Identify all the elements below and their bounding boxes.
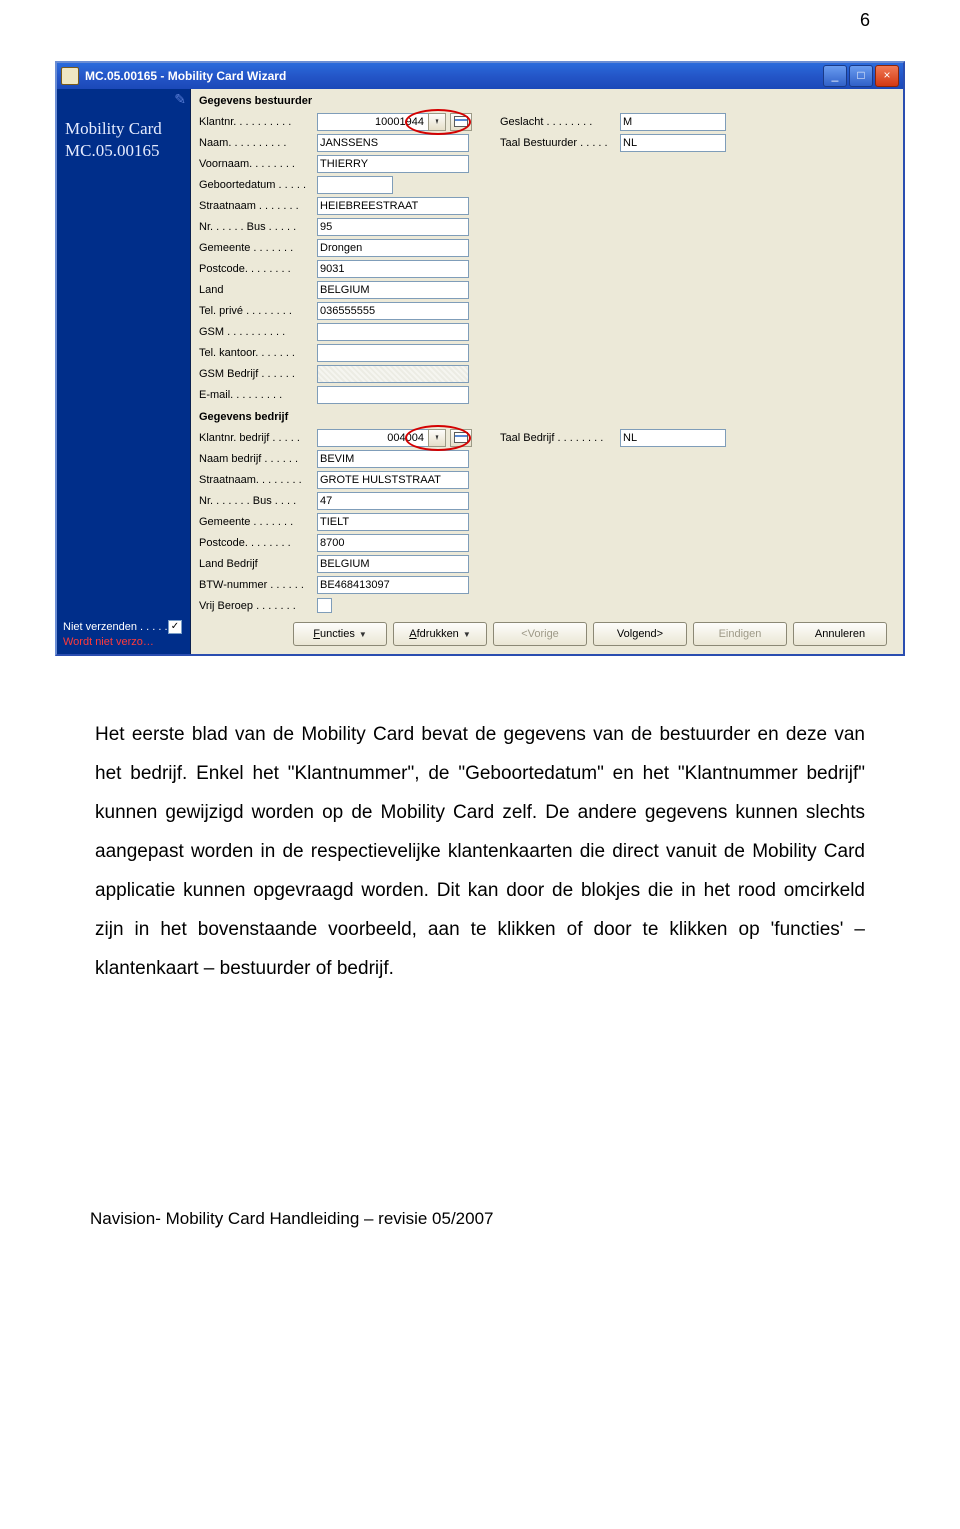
niet-verzenden-checkbox[interactable]: ✓ (168, 620, 182, 634)
gemeente-bedrijf-input[interactable]: TIELT (317, 513, 469, 531)
btw-input[interactable]: BE468413097 (317, 576, 469, 594)
geboortedatum-input[interactable] (317, 176, 393, 194)
volgend-button[interactable]: Volgend> (593, 622, 687, 646)
sidebar-title: Mobility Card (57, 89, 190, 139)
land-bedrijf-input[interactable]: BELGIUM (317, 555, 469, 573)
functies-button[interactable]: Functies ▼ (293, 622, 387, 646)
nrbus-bedrijf-input[interactable]: 47 (317, 492, 469, 510)
vrij-beroep-checkbox[interactable] (317, 598, 332, 613)
nrbus-bedrijf-label: Nr. . . . . . . Bus . . . . (199, 495, 317, 507)
geslacht-label: Geslacht . . . . . . . . (500, 116, 620, 128)
klantnr-lookup[interactable] (428, 113, 446, 131)
naam-label: Naam. . . . . . . . . . (199, 137, 317, 149)
voornaam-input[interactable]: THIERRY (317, 155, 469, 173)
gemeente-bedrijf-label: Gemeente . . . . . . . (199, 516, 317, 528)
eindigen-button: Eindigen (693, 622, 787, 646)
taal-bestuurder-input[interactable]: NL (620, 134, 726, 152)
land-bedrijf-label: Land Bedrijf (199, 558, 317, 570)
voornaam-label: Voornaam. . . . . . . . (199, 158, 317, 170)
naam-input[interactable]: JANSSENS (317, 134, 469, 152)
dropdown-icon: ▼ (359, 630, 367, 639)
gemeente-input[interactable]: Drongen (317, 239, 469, 257)
taal-bedrijf-label: Taal Bedrijf . . . . . . . . (500, 432, 620, 444)
annuleren-button[interactable]: Annuleren (793, 622, 887, 646)
klantnr-bedrijf-label: Klantnr. bedrijf . . . . . (199, 432, 317, 444)
geboorte-label: Geboortedatum . . . . . (199, 179, 317, 191)
maximize-button[interactable]: □ (849, 65, 873, 87)
telprive-label: Tel. privé . . . . . . . . (199, 305, 317, 317)
section-driver-header: Gegevens bestuurder (199, 93, 895, 111)
straatnaam-input[interactable]: HEIEBREESTRAAT (317, 197, 469, 215)
dropdown-icon: ▼ (463, 630, 471, 639)
app-window: MC.05.00165 - Mobility Card Wizard _ □ ×… (55, 61, 905, 656)
straat-label: Straatnaam . . . . . . . (199, 200, 317, 212)
sidebar-subtitle: MC.05.00165 (57, 139, 190, 161)
klantnr-bedrijf-card-button[interactable] (450, 429, 472, 447)
taal-bestuurder-label: Taal Bestuurder . . . . . (500, 137, 620, 149)
window-title: MC.05.00165 - Mobility Card Wizard (85, 69, 821, 83)
gsm-input[interactable] (317, 323, 469, 341)
klantnr-bedrijf-input[interactable]: 004004 (317, 429, 429, 447)
vrij-beroep-label: Vrij Beroep . . . . . . . (199, 600, 317, 612)
button-bar: Functies ▼ Afdrukken ▼ <Vorige Volgend> … (199, 616, 895, 654)
section-company-header: Gegevens bedrijf (199, 409, 895, 427)
email-input[interactable] (317, 386, 469, 404)
btw-label: BTW-nummer . . . . . . (199, 579, 317, 591)
land-input[interactable]: BELGIUM (317, 281, 469, 299)
straat-bedrijf-input[interactable]: GROTE HULSTSTRAAT (317, 471, 469, 489)
afdrukken-button[interactable]: Afdrukken ▼ (393, 622, 487, 646)
titlebar: MC.05.00165 - Mobility Card Wizard _ □ × (57, 63, 903, 89)
naam-bedrijf-input[interactable]: BEVIM (317, 450, 469, 468)
postcode-bedrijf-label: Postcode. . . . . . . . (199, 537, 317, 549)
body-paragraph: Het eerste blad van de Mobility Card bev… (95, 716, 865, 989)
gsm-bedrijf-input[interactable] (317, 365, 469, 383)
sidebar-warning: Wordt niet verzo… (57, 636, 190, 648)
geslacht-input[interactable]: M (620, 113, 726, 131)
naam-bedrijf-label: Naam bedrijf . . . . . . (199, 453, 317, 465)
klantnr-card-button[interactable] (450, 113, 472, 131)
form-panel: Gegevens bestuurder Klantnr. . . . . . .… (191, 89, 903, 654)
taal-bedrijf-input[interactable]: NL (620, 429, 726, 447)
card-icon (454, 116, 468, 127)
niet-verzenden-label: Niet verzenden . . . . . (63, 621, 168, 633)
straat-bedrijf-label: Straatnaam. . . . . . . . (199, 474, 317, 486)
klantnr-bedrijf-lookup[interactable] (428, 429, 446, 447)
sidebar: ✎ Mobility Card MC.05.00165 Niet verzend… (57, 89, 191, 654)
email-label: E-mail. . . . . . . . . (199, 389, 317, 401)
postcode-bedrijf-input[interactable]: 8700 (317, 534, 469, 552)
klantnr-input[interactable]: 10001944 (317, 113, 429, 131)
app-icon (61, 67, 79, 85)
vorige-button: <Vorige (493, 622, 587, 646)
klantnr-label: Klantnr. . . . . . . . . . (199, 116, 317, 128)
nrbus-input[interactable]: 95 (317, 218, 469, 236)
gemeente-label: Gemeente . . . . . . . (199, 242, 317, 254)
postcode-input[interactable]: 9031 (317, 260, 469, 278)
card-icon (454, 432, 468, 443)
telprive-input[interactable]: 036555555 (317, 302, 469, 320)
telkantoor-input[interactable] (317, 344, 469, 362)
minimize-button[interactable]: _ (823, 65, 847, 87)
land-label: Land (199, 284, 317, 296)
close-button[interactable]: × (875, 65, 899, 87)
telkantoor-label: Tel. kantoor. . . . . . . (199, 347, 317, 359)
gsm-label: GSM . . . . . . . . . . (199, 326, 317, 338)
footer-text: Navision- Mobility Card Handleiding – re… (90, 1209, 960, 1229)
gsmb-label: GSM Bedrijf . . . . . . (199, 368, 317, 380)
page-number: 6 (0, 0, 960, 31)
nrbus-label: Nr. . . . . . Bus . . . . . (199, 221, 317, 233)
postcode-label: Postcode. . . . . . . . (199, 263, 317, 275)
pencil-icon: ✎ (174, 91, 186, 108)
